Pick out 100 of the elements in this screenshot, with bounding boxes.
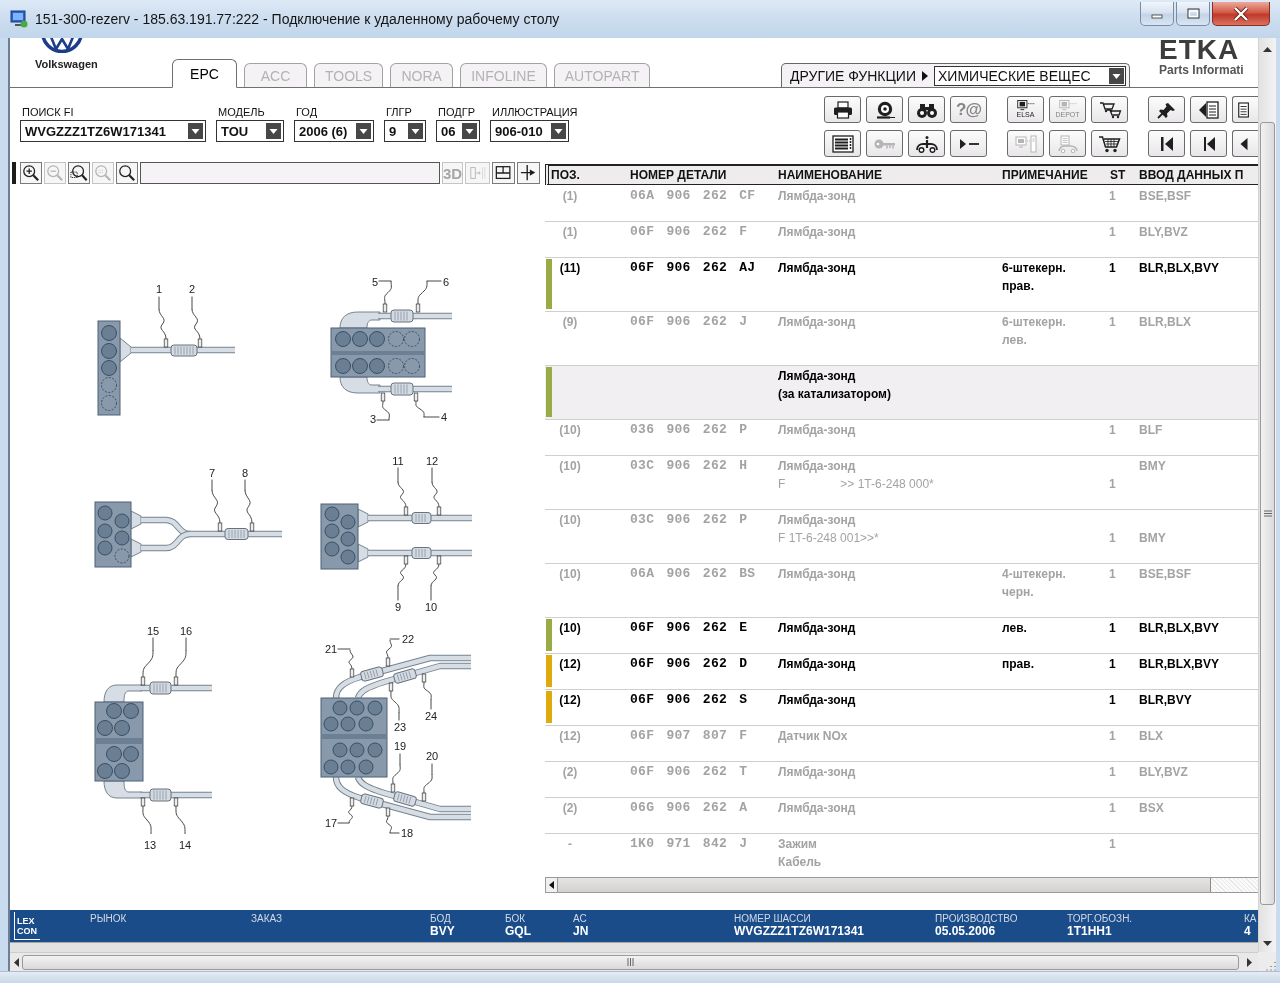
status-label: РЫНОК <box>90 913 127 925</box>
tab[interactable]: EPC <box>172 59 237 88</box>
part-name: Лямбда-зонд <box>778 422 856 439</box>
part-name: Лямбда-зонд <box>778 692 856 709</box>
zoom-window-icon <box>70 164 88 182</box>
scrollbar-thumb[interactable] <box>558 878 1211 892</box>
callout-number: 16 <box>179 625 193 637</box>
toolbar-button[interactable] <box>908 130 945 157</box>
part-name: Лямбда-зонд <box>778 188 856 205</box>
toolbar-button[interactable] <box>1190 130 1227 157</box>
dropdown[interactable]: WVGZZZ1TZ6W171341 <box>20 120 206 142</box>
triangle-left-icon <box>13 957 19 967</box>
toolbar-button[interactable] <box>908 96 945 123</box>
table-row[interactable]: (10) 06F 906 262 E Лямбда-зонд лев. 1 BLR,BLX,BVY <box>545 618 1258 654</box>
part-number: 03C 906 262 P <box>630 511 748 529</box>
toolbar-button[interactable] <box>824 96 861 123</box>
part-name: Лямбда-зонд <box>778 566 856 583</box>
scroll-left-button[interactable] <box>546 878 558 892</box>
toolbar-button[interactable] <box>1148 130 1185 157</box>
table-cell-text: 1 <box>1109 476 1116 493</box>
dropdown[interactable]: ХИМИЧЕСКИЕ ВЕЩЕС <box>934 65 1126 86</box>
search-button[interactable] <box>116 162 138 184</box>
dropdown[interactable]: 906-010 <box>490 120 569 142</box>
toolbar-button[interactable] <box>1091 130 1128 157</box>
callout-number: 20 <box>425 750 439 762</box>
toolbar-button[interactable] <box>824 130 861 157</box>
column-header: ПОЗ. <box>551 168 580 182</box>
scrollbar-thumb[interactable] <box>1260 122 1275 905</box>
callout-number: 19 <box>393 740 407 752</box>
part-number: 06F 906 262 E <box>630 619 748 637</box>
monitor-icon <box>1056 100 1079 111</box>
toolbar-button[interactable] <box>950 130 987 157</box>
minimize-button[interactable] <box>1140 2 1174 26</box>
callout-number: 23 <box>393 721 407 733</box>
zoom-window-button[interactable] <box>68 162 90 184</box>
toolbar-button[interactable] <box>866 96 903 123</box>
toolbar-button[interactable] <box>1232 130 1258 157</box>
toolbar-button[interactable] <box>1232 96 1258 123</box>
zoom-in-button[interactable] <box>20 162 42 184</box>
dropdown[interactable]: 06 <box>436 120 480 142</box>
callout-number: 6 <box>442 276 450 288</box>
table-cell-text: (2) <box>562 764 578 781</box>
resize-grip-icon <box>1264 959 1276 971</box>
oxygen-sensor-drawing <box>388 682 400 714</box>
close-button[interactable] <box>1212 2 1270 26</box>
table-cell-text: BSX <box>1139 800 1164 817</box>
search-field[interactable] <box>140 162 440 184</box>
tab[interactable]: NORA <box>390 63 454 87</box>
table-cell-text: (1) <box>562 188 578 205</box>
group-heading-row[interactable]: Лямбда-зонд (за катализатором) <box>545 366 1258 420</box>
monitor-icon <box>1014 100 1037 111</box>
table-row[interactable]: (12) 06F 906 262 S Лямбда-зонд 1 BLR,BVY <box>545 690 1258 726</box>
tab[interactable]: INFOLINE <box>460 63 547 87</box>
table-cell-text: (10) <box>559 512 581 529</box>
layout-button[interactable] <box>492 162 515 184</box>
table-cell-text: 1 <box>1109 314 1116 331</box>
oxygen-sensor-drawing <box>430 555 442 587</box>
triangle-left-icon <box>549 881 554 889</box>
tab[interactable]: TOOLS <box>314 63 384 87</box>
table-row[interactable]: (11) 06F 906 262 AJ Лямбда-зонд 6-штекерн. 1 BLR,BLX,BVY прав. <box>545 258 1258 312</box>
tab[interactable]: ACC <box>244 63 307 87</box>
callout-number: 17 <box>324 817 338 829</box>
table-cell-text: прав. <box>1002 656 1034 673</box>
field-label: МОДЕЛЬ <box>217 105 265 119</box>
part-number: 06F 906 262 D <box>630 655 748 673</box>
shopping-carts-icon <box>1097 100 1122 119</box>
dropdown[interactable]: 2006 (6) <box>294 120 374 142</box>
table-cell-text: 1 <box>1109 530 1116 547</box>
table-cell-text: 4-штекерн. <box>1002 566 1066 583</box>
status-label: КА <box>1244 913 1257 925</box>
tab[interactable]: AUTOPART <box>553 63 651 87</box>
table-cell-text: BLR,BVY <box>1139 692 1192 709</box>
table-row[interactable]: (12) 06F 906 262 D Лямбда-зонд прав. 1 BLR,BLX,BVY <box>545 654 1258 690</box>
toolbar-button[interactable] <box>1091 96 1128 123</box>
dropdown[interactable]: 9 <box>384 120 426 142</box>
engine-block-drawing <box>320 503 359 570</box>
status-value: WVGZZZ1TZ6W171341 <box>734 925 865 938</box>
maximize-button[interactable] <box>1176 2 1210 26</box>
table-cell-text: 6-штекерн. <box>1002 314 1066 331</box>
table-cell-text: BLR,BLX <box>1139 314 1191 331</box>
table-cell-text: BLR,BLX,BVY <box>1139 260 1219 277</box>
toolbar-button[interactable] <box>1190 96 1227 123</box>
callout-number: 4 <box>440 411 448 423</box>
table-cell-text: (12) <box>559 728 581 745</box>
catalytic-converter-drawing <box>390 309 414 323</box>
part-name: Лямбда-зонд <box>778 224 856 241</box>
scrollbar-thumb[interactable] <box>22 954 1239 970</box>
crosshair-button[interactable] <box>517 162 540 184</box>
status-value: GQL <box>505 925 531 938</box>
column-header: ПРИМЕЧАНИЕ <box>1002 168 1088 182</box>
oxygen-sensor-drawing <box>158 308 169 348</box>
toolbar-handle[interactable] <box>12 162 16 184</box>
table-cell-text: прав. <box>1002 278 1034 295</box>
table-cell-text: (2) <box>562 800 578 817</box>
status-label: ТОРГ.ОБОЗН. <box>1067 913 1133 925</box>
toolbar-button[interactable] <box>1148 96 1185 123</box>
oxygen-sensor-drawing <box>421 773 433 802</box>
dropdown[interactable]: TOU <box>216 120 284 142</box>
catalytic-converter-drawing <box>359 665 385 683</box>
engine-block-drawing <box>94 501 132 568</box>
